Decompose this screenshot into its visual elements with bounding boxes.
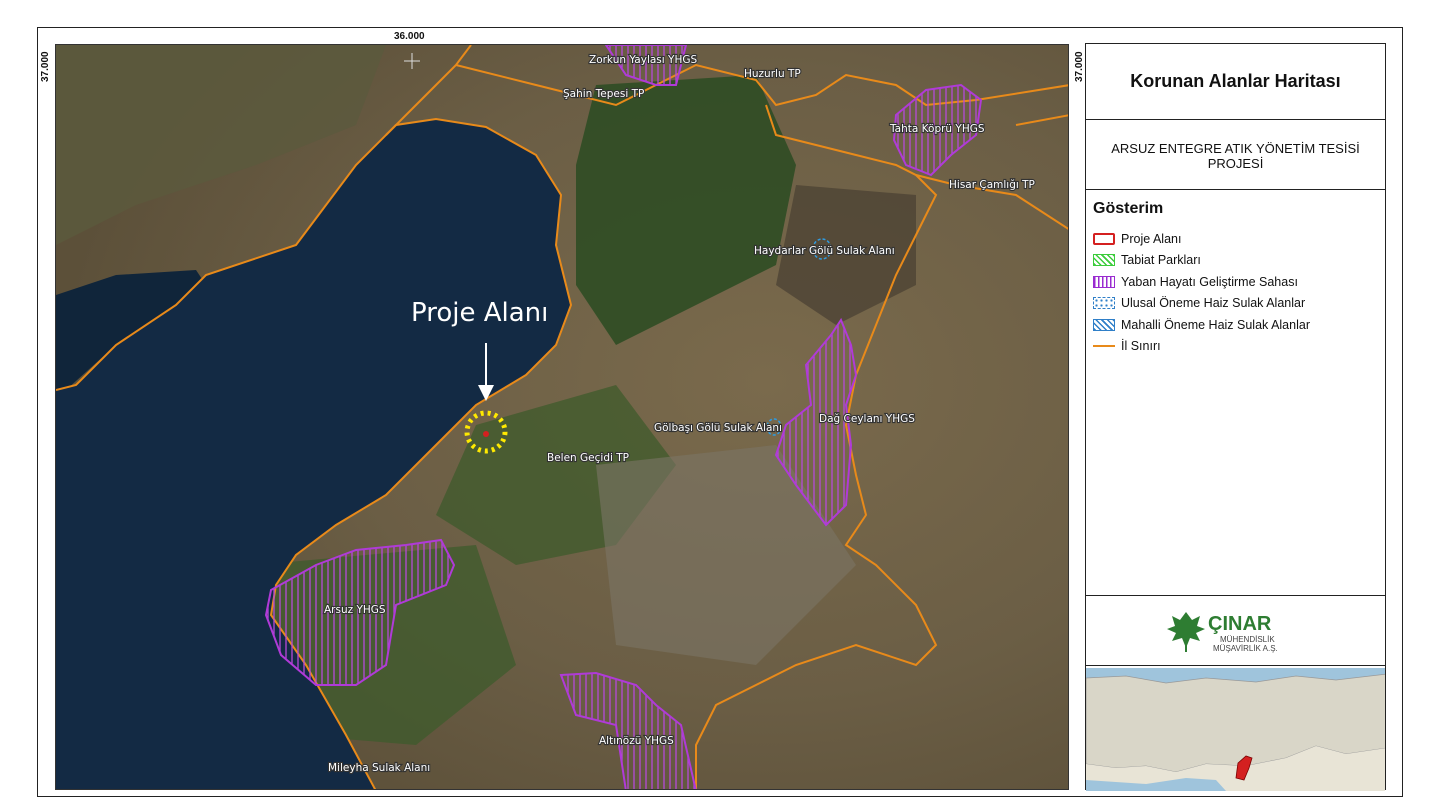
legend-item: Mahalli Öneme Haiz Sulak Alanlar: [1093, 314, 1310, 336]
label-zorkun: Zorkun Yaylası YHGS: [589, 54, 697, 66]
map-info-panel: Korunan Alanlar Haritası ARSUZ ENTEGRE A…: [1085, 43, 1386, 791]
label-belen: Belen Geçidi TP: [547, 452, 629, 464]
legend-item: Proje Alanı: [1093, 228, 1310, 250]
map-canvas: Proje Alanı Zorkun Yaylası YHGS Huzurlu …: [56, 45, 1068, 789]
logo-name: ÇINAR: [1208, 613, 1272, 635]
leaf-icon: [1167, 612, 1205, 648]
blue-hatch-box-icon: [1093, 318, 1115, 331]
legend: Gösterim Proje Alanı Tabiat Parkları Yab…: [1086, 192, 1385, 596]
label-huzurlu: Huzurlu TP: [744, 68, 801, 80]
logo-line1: MÜHENDİSLİK: [1220, 635, 1275, 644]
legend-title: Gösterim: [1093, 200, 1164, 217]
label-mileyha: Mileyha Sulak Alanı: [328, 762, 430, 774]
green-hatch-box-icon: [1093, 254, 1115, 267]
label-tahta: Tahta Köprü YHGS: [889, 123, 985, 135]
satellite-map[interactable]: Proje Alanı Zorkun Yaylası YHGS Huzurlu …: [55, 44, 1069, 790]
coord-label-top: 36.000: [394, 31, 425, 42]
legend-item: İl Sınırı: [1093, 336, 1310, 358]
legend-item: Ulusal Öneme Haiz Sulak Alanlar: [1093, 293, 1310, 315]
label-dag: Dağ Ceylanı YHGS: [819, 413, 915, 425]
label-golbasi: Gölbaşı Gölü Sulak Alanı: [654, 422, 782, 434]
label-altinozu: Altınözü YHGS: [599, 735, 674, 747]
coord-label-left: 37.000: [40, 51, 51, 82]
legend-item: Yaban Hayatı Geliştirme Sahası: [1093, 271, 1310, 293]
legend-label: Ulusal Öneme Haiz Sulak Alanlar: [1121, 296, 1306, 311]
map-title: Korunan Alanlar Haritası: [1086, 44, 1385, 120]
legend-label: Yaban Hayatı Geliştirme Sahası: [1121, 274, 1298, 289]
project-name: ARSUZ ENTEGRE ATIK YÖNETİM TESİSİ PROJES…: [1086, 122, 1385, 190]
label-sahin: Şahin Tepesi TP: [563, 88, 644, 100]
purple-hatch-box-icon: [1093, 275, 1115, 288]
orange-line-icon: [1093, 345, 1115, 348]
blue-dotted-box-icon: [1093, 297, 1115, 310]
coord-label-right: 37.000: [1074, 51, 1085, 82]
legend-list: Proje Alanı Tabiat Parkları Yaban Hayatı…: [1093, 228, 1310, 357]
red-outline-box-icon: [1093, 232, 1115, 245]
legend-label: Mahalli Öneme Haiz Sulak Alanlar: [1121, 317, 1310, 332]
legend-label: Tabiat Parkları: [1121, 253, 1201, 268]
project-area-point[interactable]: [483, 431, 489, 437]
company-logo-box: ÇINAR MÜHENDİSLİK MÜŞAVİRLİK A.Ş.: [1086, 598, 1385, 666]
turkey-inset-map: [1086, 668, 1385, 791]
legend-label: İl Sınırı: [1121, 339, 1161, 354]
label-haydarlar: Haydarlar Gölü Sulak Alanı: [754, 245, 895, 257]
company-logo: ÇINAR MÜHENDİSLİK MÜŞAVİRLİK A.Ş.: [1167, 612, 1278, 653]
legend-item: Tabiat Parkları: [1093, 250, 1310, 272]
inset-canvas: [1086, 673, 1385, 791]
logo-line2: MÜŞAVİRLİK A.Ş.: [1213, 644, 1278, 653]
legend-label: Proje Alanı: [1121, 231, 1182, 246]
label-arsuz: Arsuz YHGS: [324, 604, 386, 616]
label-hisar: Hisar Çamlığı TP: [949, 179, 1035, 191]
project-area-title: Proje Alanı: [411, 298, 548, 328]
